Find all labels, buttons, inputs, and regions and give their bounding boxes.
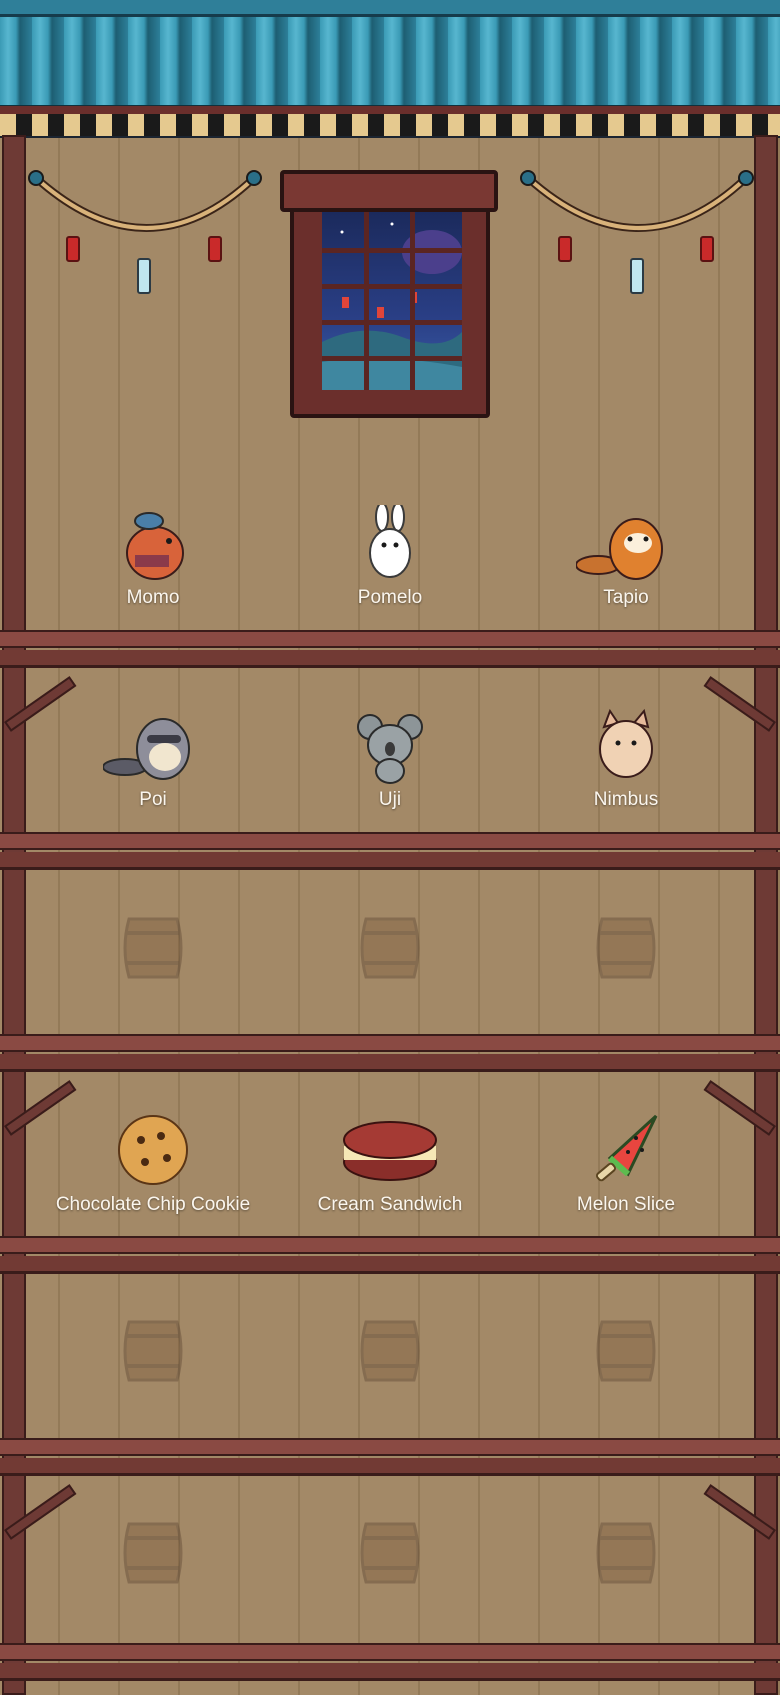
snack-name: Cream Sandwich: [317, 1194, 463, 1215]
shop-scene: Momo Pomelo Tapio Poi Uji Nimbus Chocola…: [0, 0, 780, 1695]
shelf-slot-pomelo[interactable]: Pomelo: [270, 505, 510, 625]
roof-tiles: [0, 17, 780, 109]
shelf-board: [0, 1643, 780, 1683]
roof: [0, 0, 780, 138]
night-view-icon: [322, 222, 462, 390]
empty-slot[interactable]: [270, 1318, 510, 1438]
empty-slot[interactable]: [506, 1520, 746, 1640]
empty-slot[interactable]: [33, 1520, 273, 1640]
red-lantern-icon: [700, 236, 714, 262]
barrel-icon: [596, 1522, 656, 1584]
snack-name: Melon Slice: [576, 1194, 676, 1215]
shelf-board: [0, 630, 780, 670]
shelf-slot-melon-slice[interactable]: Melon Slice: [506, 1112, 746, 1232]
shelf-board: [0, 1438, 780, 1478]
shelf-board: [0, 1236, 780, 1276]
roof-trim: [0, 114, 780, 136]
shelf-board: [0, 1034, 780, 1074]
creature-name: Poi: [139, 789, 167, 810]
raccoon-icon: [103, 718, 190, 780]
left-rope-garland: [28, 170, 262, 232]
cookie-icon: [118, 1115, 188, 1185]
capybara-icon: [126, 512, 184, 580]
shelf-slot-nimbus[interactable]: Nimbus: [506, 707, 746, 827]
barrel-icon: [123, 1320, 183, 1382]
empty-slot[interactable]: [506, 915, 746, 1035]
cream-sandwich-icon: [343, 1121, 437, 1181]
empty-slot[interactable]: [270, 915, 510, 1035]
right-rope-garland: [520, 170, 754, 232]
empty-slot[interactable]: [33, 1318, 273, 1438]
red-lantern-icon: [66, 236, 80, 262]
shelf-slot-uji[interactable]: Uji: [270, 707, 510, 827]
window-lintel: [280, 170, 498, 212]
barrel-icon: [596, 917, 656, 979]
melon-popsicle-icon: [595, 1114, 658, 1182]
shelf-board: [0, 832, 780, 872]
barrel-icon: [360, 1320, 420, 1382]
shelf-slot-momo[interactable]: Momo: [33, 505, 273, 625]
empty-slot[interactable]: [270, 1520, 510, 1640]
shelf-slot-cookie[interactable]: Chocolate Chip Cookie: [33, 1112, 273, 1232]
creature-name: Pomelo: [357, 587, 423, 608]
creature-name: Uji: [378, 789, 402, 810]
roof-ridge: [0, 0, 780, 17]
red-panda-icon: [576, 518, 663, 580]
shelf-slot-poi[interactable]: Poi: [33, 707, 273, 827]
creature-name: Nimbus: [593, 789, 659, 810]
cat-icon: [599, 708, 653, 778]
bunny-icon: [369, 505, 411, 578]
shelf-slot-cream-sandwich[interactable]: Cream Sandwich: [270, 1112, 510, 1232]
barrel-icon: [123, 917, 183, 979]
creature-name: Tapio: [603, 587, 649, 608]
snack-name: Chocolate Chip Cookie: [55, 1194, 251, 1215]
barrel-icon: [360, 1522, 420, 1584]
empty-slot[interactable]: [506, 1318, 746, 1438]
red-lantern-icon: [208, 236, 222, 262]
wind-chime-icon: [630, 258, 644, 294]
creature-name: Momo: [126, 587, 180, 608]
night-window: [322, 212, 462, 390]
koala-icon: [357, 714, 423, 784]
red-lantern-icon: [558, 236, 572, 262]
empty-slot[interactable]: [33, 915, 273, 1035]
shelf-slot-tapio[interactable]: Tapio: [506, 505, 746, 625]
barrel-icon: [123, 1522, 183, 1584]
barrel-icon: [360, 917, 420, 979]
barrel-icon: [596, 1320, 656, 1382]
wind-chime-icon: [137, 258, 151, 294]
